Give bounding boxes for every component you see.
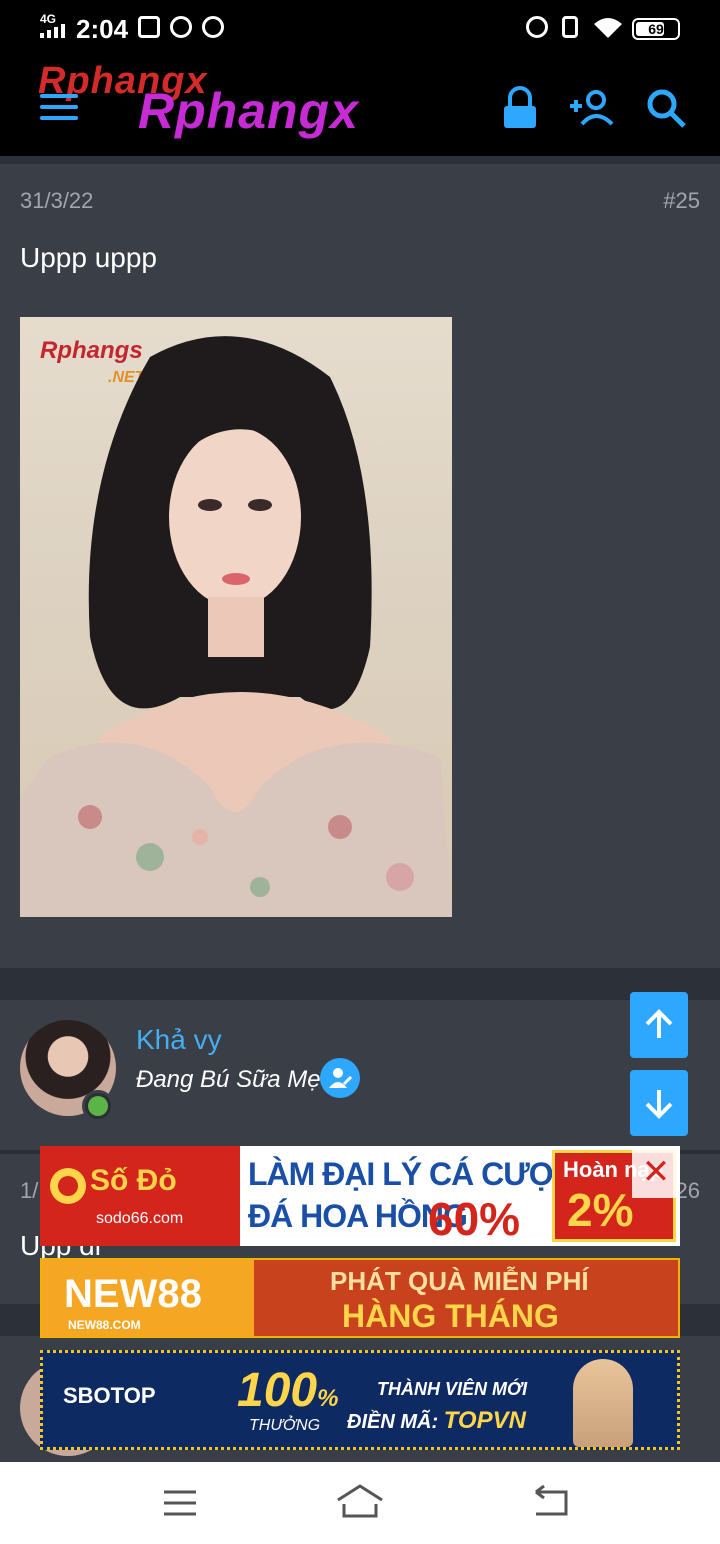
system-nav-bar <box>0 1462 720 1544</box>
arrow-up-icon <box>645 1009 673 1038</box>
menu-icon[interactable] <box>40 92 80 124</box>
post-number[interactable]: #25 <box>663 188 700 214</box>
ad-percent: 100% <box>237 1363 338 1418</box>
ad-model-image <box>573 1359 633 1447</box>
ad-brand-block: NEW88 NEW88.COM <box>42 1260 254 1336</box>
ad-promo-value: 2% <box>567 1184 634 1236</box>
notification-icon <box>138 16 160 38</box>
post-image[interactable]: Rphangs .NET <box>20 317 452 917</box>
ad-promo-code: TOPVN <box>443 1407 526 1434</box>
post-body: Uppp uppp <box>20 242 158 273</box>
ad-brand-block: Số Đỏ sodo66.com <box>40 1146 240 1246</box>
ad-headline: PHÁT QUÀ MIỄN PHÍ <box>330 1266 589 1296</box>
author-title: Đang Bú Sữa Mẹ <box>136 1066 321 1093</box>
alarm-icon <box>526 16 548 38</box>
ad-banner-new88[interactable]: NEW88 NEW88.COM PHÁT QUÀ MIỄN PHÍ HÀNG T… <box>40 1258 680 1338</box>
ad-banner-sbotop[interactable]: SBOTOP 100% THƯỞNG THÀNH VIÊN MỚI ĐIỀN M… <box>40 1350 680 1450</box>
chrome-icon <box>202 16 224 38</box>
divider <box>0 156 720 164</box>
battery-level: 69 <box>648 21 664 37</box>
back-icon[interactable] <box>528 1484 572 1520</box>
logo-text-front: Rphangx <box>138 83 359 139</box>
ad-domain: sodo66.com <box>96 1210 184 1227</box>
ad-brand-name: SBOTOP <box>63 1383 156 1408</box>
vibrate-icon <box>562 16 578 38</box>
signal-icon <box>40 24 72 38</box>
ad-percent-value: 100 <box>237 1364 318 1417</box>
site-logo[interactable]: Rphangx Rphangx <box>38 60 438 150</box>
status-bar: 4G 2:04 69 <box>0 0 720 56</box>
home-icon[interactable] <box>334 1482 386 1522</box>
scroll-down-button[interactable] <box>630 1070 688 1136</box>
casino-chip-icon <box>50 1168 86 1204</box>
add-user-icon[interactable] <box>566 84 614 132</box>
search-icon[interactable] <box>642 84 690 132</box>
author-name[interactable]: Khả vy <box>136 1024 222 1056</box>
close-ad-button[interactable]: ✕ <box>632 1148 680 1198</box>
post-date[interactable]: 31/3/22 <box>20 188 93 214</box>
post-date[interactable]: 1/ <box>20 1178 38 1204</box>
recent-apps-icon[interactable] <box>160 1486 200 1520</box>
arrow-down-icon <box>645 1090 673 1119</box>
site-header: Rphangx Rphangx <box>0 56 720 156</box>
ad-percent-sign: % <box>317 1385 339 1412</box>
ad-headline-2: ĐIỀN MÃ: TOPVN <box>347 1407 526 1435</box>
ad-brand-name: Số Đỏ <box>90 1164 177 1197</box>
divider <box>0 968 720 1000</box>
wifi-icon <box>594 18 622 38</box>
post: 31/3/22 #25 Uppp uppp Rphangs .NET <box>0 164 720 968</box>
close-icon: ✕ <box>641 1153 671 1191</box>
ad-percent: 60% <box>428 1193 521 1245</box>
chrome-icon <box>170 16 192 38</box>
post-author: Khả vy Đang Bú Sữa Mẹ <box>0 1000 720 1150</box>
ad-percent-sub: THƯỞNG <box>249 1417 321 1434</box>
ad-brand-name: NEW88 <box>64 1272 202 1316</box>
clock: 2:04 <box>76 14 129 44</box>
ad-banner-sodo[interactable]: Số Đỏ sodo66.com LÀM ĐẠI LÝ CÁ CƯỢC BÓNG… <box>40 1146 680 1246</box>
scroll-up-button[interactable] <box>630 992 688 1058</box>
ad-headline-2: HÀNG THÁNG <box>342 1298 559 1334</box>
lock-icon[interactable] <box>496 84 544 132</box>
ad-code-label: ĐIỀN MÃ: <box>347 1411 439 1433</box>
verified-icon <box>320 1058 360 1098</box>
photo-content <box>20 336 452 917</box>
battery-icon: 69 <box>632 18 680 40</box>
ad-domain: NEW88.COM <box>68 1318 141 1332</box>
online-status-icon <box>82 1090 114 1122</box>
ad-headline: THÀNH VIÊN MỚI <box>377 1379 528 1399</box>
